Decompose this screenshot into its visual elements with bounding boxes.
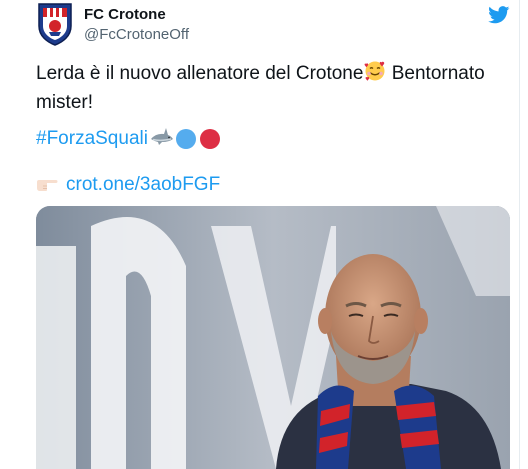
- author-name[interactable]: FC Crotone: [84, 6, 166, 23]
- tweet-text: Lerda è il nuovo allenatore del Crotone …: [36, 60, 496, 116]
- shark-icon: [150, 127, 174, 152]
- smiling-face-with-hearts-icon: [364, 60, 386, 90]
- blue-circle-icon: [175, 129, 196, 149]
- tweet-link[interactable]: crot.one/3aobFGF: [66, 174, 220, 196]
- scrollbar-edge: [519, 0, 528, 469]
- tweet-media-image[interactable]: [36, 206, 510, 469]
- hashtag-line: #ForzaSquali: [36, 126, 220, 152]
- crotone-crest-icon[interactable]: [36, 2, 74, 46]
- backhand-index-pointing-right-icon: [36, 178, 58, 192]
- link-line: crot.one/3aobFGF: [36, 172, 220, 198]
- hashtag-link[interactable]: #ForzaSquali: [36, 128, 148, 150]
- tweet-text-main: Lerda è il nuovo allenatore del Crotone: [36, 63, 364, 84]
- tweet-card[interactable]: FC Crotone @FcCrotoneOff Lerda è il nuov…: [0, 0, 520, 469]
- red-circle-icon: [199, 129, 220, 149]
- author-handle[interactable]: @FcCrotoneOff: [84, 26, 189, 43]
- twitter-bird-icon[interactable]: [488, 6, 510, 24]
- coach-photo: [36, 206, 510, 469]
